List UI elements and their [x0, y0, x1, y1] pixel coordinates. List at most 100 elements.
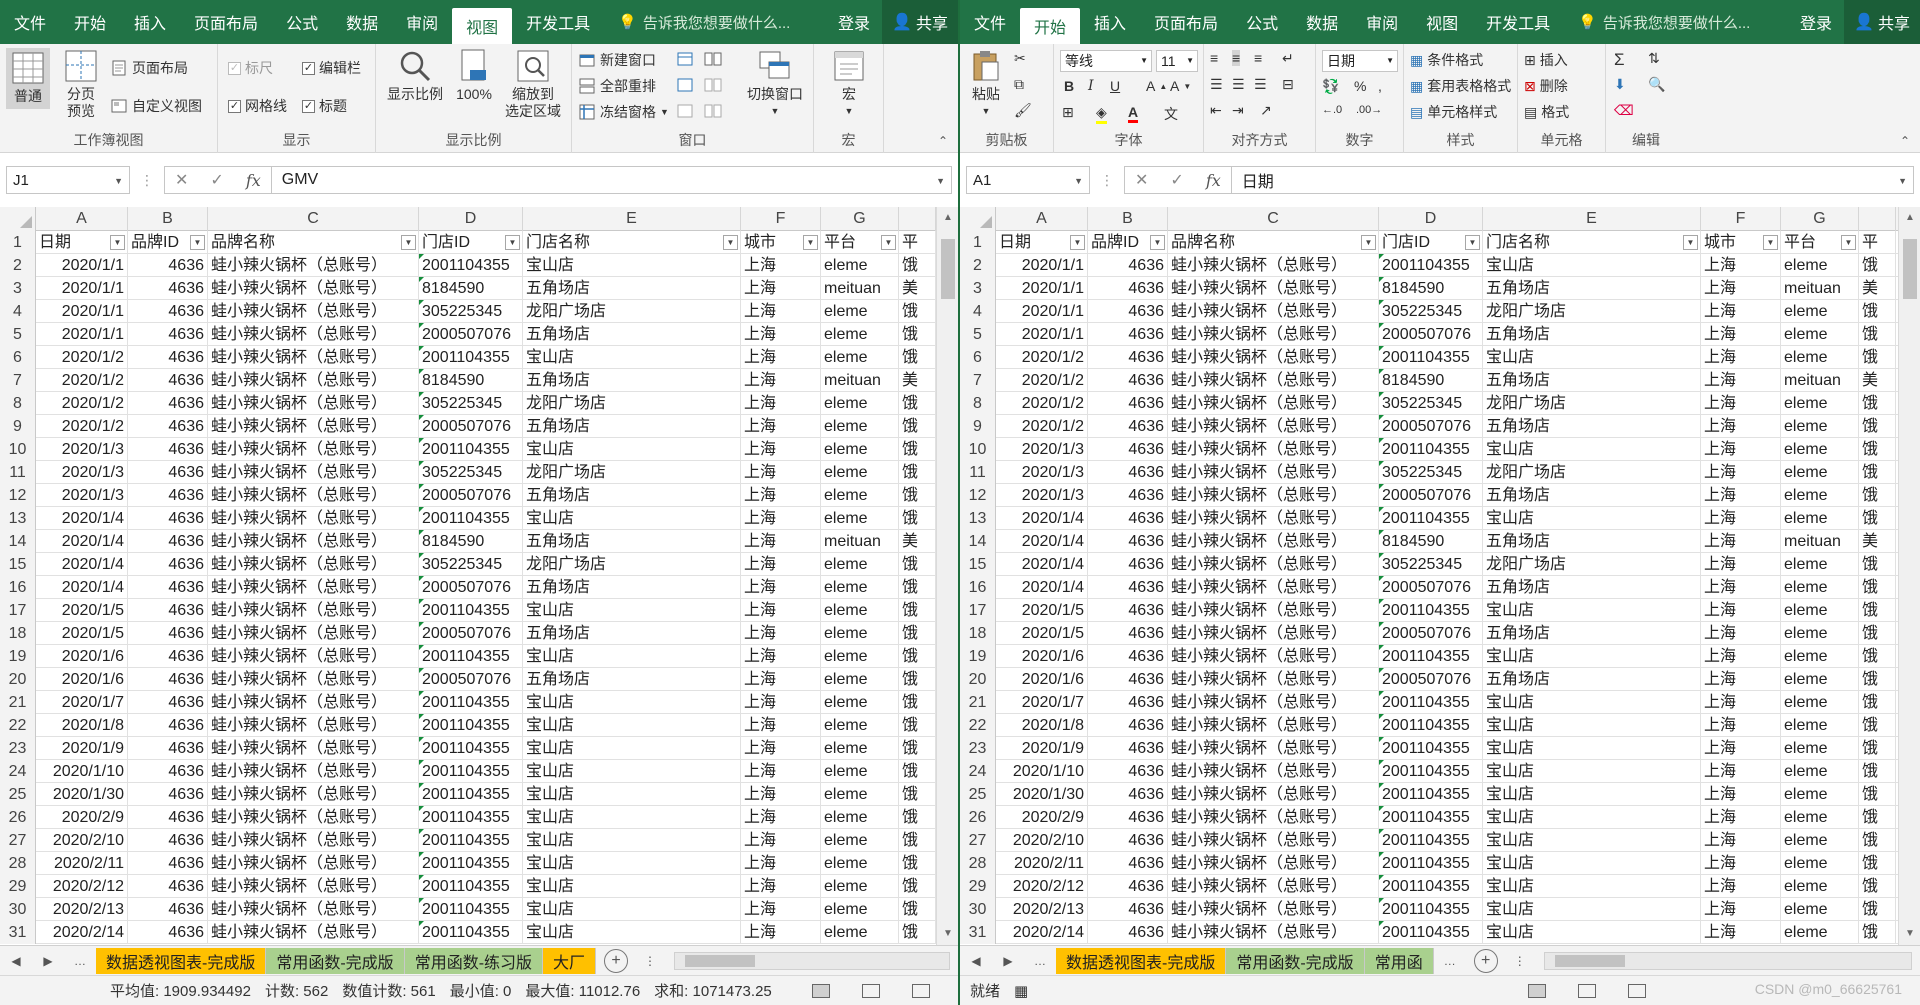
- table-cell[interactable]: 上海: [741, 323, 821, 346]
- column-header[interactable]: C: [1168, 207, 1379, 231]
- table-row[interactable]: 13 2020/1/4 4636 蛙小辣火锅杯（总账号） 2001104355 宝山店 上海…: [0, 507, 936, 530]
- cell-value[interactable]: 2001104355: [1382, 602, 1470, 619]
- cell-value[interactable]: 2020/1/1: [62, 280, 124, 297]
- currency-icon[interactable]: 💱: [1322, 78, 1339, 95]
- cell-value[interactable]: 2001104355: [1382, 878, 1470, 895]
- row-number[interactable]: 12: [0, 484, 36, 507]
- sync-scroll-button[interactable]: [704, 76, 722, 94]
- table-cell[interactable]: eleme: [821, 323, 899, 346]
- cell-value[interactable]: 饿: [1862, 901, 1878, 918]
- cell-value[interactable]: 五角场店: [1486, 280, 1550, 297]
- cell-value[interactable]: 2000507076: [1382, 418, 1471, 435]
- cell-value[interactable]: 宝山店: [526, 740, 574, 757]
- cell-value[interactable]: 4636: [168, 372, 204, 389]
- number-as-text-indicator-icon[interactable]: [1379, 599, 1384, 604]
- cell-value[interactable]: 饿: [902, 257, 918, 274]
- cell-value[interactable]: 宝山店: [526, 763, 574, 780]
- table-cell[interactable]: 宝山店: [1483, 783, 1701, 806]
- normal-view-icon[interactable]: [812, 983, 830, 998]
- decrease-indent-icon[interactable]: ⇤: [1210, 102, 1222, 119]
- row-number[interactable]: 1: [960, 231, 996, 254]
- cell-value[interactable]: eleme: [824, 901, 868, 918]
- column-header[interactable]: D: [419, 207, 523, 231]
- cell-value[interactable]: 饿: [1862, 648, 1878, 665]
- table-row[interactable]: 31 2020/2/14 4636 蛙小辣火锅杯（总账号） 2001104355 宝山店 上…: [960, 921, 1898, 944]
- cell-value[interactable]: eleme: [1784, 579, 1828, 596]
- header-cell-label[interactable]: 城市: [744, 234, 776, 251]
- formula-input[interactable]: 日期 ▼: [1230, 166, 1914, 194]
- cell-value[interactable]: 蛙小辣火锅杯（总账号）: [1171, 648, 1347, 665]
- table-cell[interactable]: 宝山店: [1483, 921, 1701, 944]
- cell-value[interactable]: eleme: [824, 326, 868, 343]
- table-cell[interactable]: 五角场店: [1483, 622, 1701, 645]
- table-cell[interactable]: 饿: [899, 898, 936, 921]
- collapse-ribbon-icon[interactable]: ⌃: [1900, 134, 1910, 148]
- number-as-text-indicator-icon[interactable]: [419, 507, 424, 512]
- table-cell[interactable]: 上海: [1701, 714, 1781, 737]
- table-cell[interactable]: 上海: [741, 369, 821, 392]
- cell-value[interactable]: 蛙小辣火锅杯（总账号）: [211, 694, 387, 711]
- table-cell[interactable]: 2001104355: [419, 829, 523, 852]
- table-row[interactable]: 4 2020/1/1 4636 蛙小辣火锅杯（总账号） 305225345 龙阳广场店 上海…: [0, 300, 936, 323]
- table-cell[interactable]: 2020/1/5: [996, 599, 1088, 622]
- table-cell[interactable]: 305225345: [1379, 300, 1483, 323]
- table-cell[interactable]: 饿: [1859, 714, 1896, 737]
- cell-value[interactable]: 上海: [744, 740, 776, 757]
- table-cell[interactable]: eleme: [1781, 898, 1859, 921]
- next-sheet-icon[interactable]: ▶: [32, 954, 64, 968]
- table-cell[interactable]: 饿: [899, 829, 936, 852]
- table-cell[interactable]: 2020/1/6: [36, 668, 128, 691]
- table-header-row[interactable]: 1 日期 ▼ 品牌ID ▼ 品牌名称 ▼ 门店ID ▼ 门店名称 ▼ 城市 ▼ 平台 ▼ 平: [0, 231, 936, 254]
- table-cell[interactable]: 4636: [1088, 530, 1168, 553]
- table-cell[interactable]: 上海: [1701, 622, 1781, 645]
- number-as-text-indicator-icon[interactable]: [1379, 921, 1384, 926]
- cell-value[interactable]: 2020/1/8: [1022, 717, 1084, 734]
- table-cell[interactable]: 宝山店: [523, 438, 741, 461]
- cell-value[interactable]: 2020/1/6: [1022, 648, 1084, 665]
- table-cell[interactable]: 蛙小辣火锅杯（总账号）: [1168, 484, 1379, 507]
- cell-value[interactable]: 上海: [1704, 786, 1736, 803]
- row-number[interactable]: 26: [0, 806, 36, 829]
- cell-value[interactable]: 2001104355: [422, 441, 510, 458]
- cell-value[interactable]: 2020/1/3: [1022, 487, 1084, 504]
- macro-record-icon[interactable]: ▦: [1014, 982, 1028, 1000]
- table-cell[interactable]: 上海: [1701, 737, 1781, 760]
- row-number[interactable]: 8: [0, 392, 36, 415]
- cell-value[interactable]: 2020/2/10: [53, 832, 124, 849]
- table-cell[interactable]: 蛙小辣火锅杯（总账号）: [208, 783, 419, 806]
- table-row[interactable]: 28 2020/2/11 4636 蛙小辣火锅杯（总账号） 2001104355 宝山店 上…: [0, 852, 936, 875]
- cell-value[interactable]: 上海: [744, 832, 776, 849]
- cell-value[interactable]: 2001104355: [1382, 763, 1470, 780]
- table-row[interactable]: 23 2020/1/9 4636 蛙小辣火锅杯（总账号） 2001104355 宝山店 上海…: [0, 737, 936, 760]
- table-cell[interactable]: 2001104355: [1379, 921, 1483, 944]
- table-cell[interactable]: 2020/1/1: [996, 323, 1088, 346]
- table-cell[interactable]: 4636: [1088, 645, 1168, 668]
- cell-value[interactable]: 2020/1/2: [62, 395, 124, 412]
- row-number[interactable]: 23: [0, 737, 36, 760]
- cell-value[interactable]: 宝山店: [1486, 763, 1534, 780]
- table-cell[interactable]: 2001104355: [1379, 438, 1483, 461]
- cell-value[interactable]: 上海: [744, 556, 776, 573]
- cell-value[interactable]: 蛙小辣火锅杯（总账号）: [211, 349, 387, 366]
- tell-me-box[interactable]: 💡 告诉我您想要做什么...: [618, 0, 790, 44]
- cell-value[interactable]: 2000507076: [422, 487, 511, 504]
- table-row[interactable]: 6 2020/1/2 4636 蛙小辣火锅杯（总账号） 2001104355 宝山店 上海 e…: [960, 346, 1898, 369]
- cell-value[interactable]: 2020/2/11: [54, 855, 124, 872]
- table-cell[interactable]: 2020/1/6: [996, 645, 1088, 668]
- scroll-down-icon[interactable]: ▼: [937, 923, 958, 945]
- table-cell[interactable]: 上海: [1701, 553, 1781, 576]
- cell-value[interactable]: 4636: [168, 878, 204, 895]
- table-cell[interactable]: 4636: [128, 300, 208, 323]
- cell-value[interactable]: 饿: [1862, 878, 1878, 895]
- number-as-text-indicator-icon[interactable]: [1379, 415, 1384, 420]
- table-cell[interactable]: 宝山店: [1483, 898, 1701, 921]
- page-layout-button[interactable]: 页面布局: [110, 58, 188, 78]
- table-cell[interactable]: 饿: [899, 806, 936, 829]
- table-cell[interactable]: 龙阳广场店: [523, 553, 741, 576]
- table-cell[interactable]: 2020/1/6: [36, 645, 128, 668]
- table-cell[interactable]: 蛙小辣火锅杯（总账号）: [208, 599, 419, 622]
- table-cell[interactable]: 饿: [1859, 415, 1896, 438]
- cell-value[interactable]: eleme: [1784, 878, 1828, 895]
- cell-value[interactable]: 饿: [1862, 487, 1878, 504]
- cell-value[interactable]: 蛙小辣火锅杯（总账号）: [1171, 257, 1347, 274]
